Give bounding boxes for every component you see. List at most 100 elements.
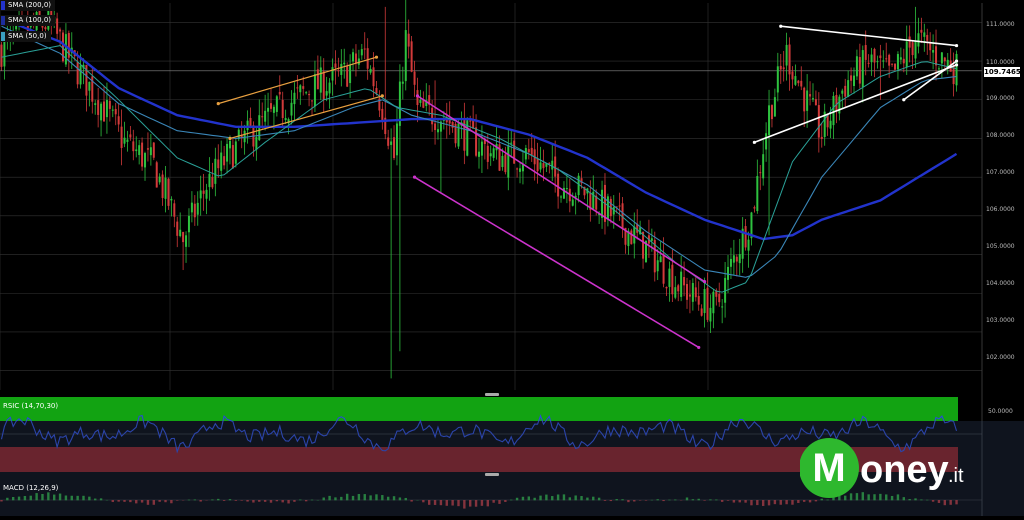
candle-body-104: [305, 92, 307, 93]
price-tick-103: 103.0000: [986, 317, 1015, 324]
candle-body-26: [77, 62, 79, 84]
candle-body-78: [229, 141, 231, 149]
candle-body-234: [686, 284, 688, 300]
candle-body-191: [560, 197, 562, 198]
candle-body-61: [179, 230, 181, 236]
candle-body-318: [932, 50, 934, 53]
rsi-panel-label[interactable]: RSIC (14,70,30): [3, 401, 58, 412]
candle-body-230: [674, 287, 676, 298]
candle-body-137: [402, 82, 404, 84]
price-tick-104: 104.0000: [986, 280, 1015, 287]
candle-body-228: [668, 269, 670, 287]
candle-body-262: [768, 105, 770, 135]
triangle-inner-handle-end: [955, 59, 958, 62]
magenta-channel-upper-handle-start: [416, 94, 419, 97]
chart-stage: SMA (200,0) SMA (100,0) SMA (50,0) 111.0…: [0, 0, 1024, 516]
candle-body-268: [786, 45, 788, 66]
candle-body-229: [671, 265, 673, 295]
candle-body-300: [879, 55, 881, 58]
candle-body-188: [551, 161, 553, 170]
candle-body-112: [329, 83, 331, 94]
candle-body-323: [947, 60, 949, 67]
legend-sma50[interactable]: SMA (50,0): [0, 31, 51, 42]
candle-body-168: [493, 148, 495, 158]
candle-body-231: [677, 285, 679, 291]
candle-body-225: [660, 256, 662, 262]
magenta-channel-lower-handle-end: [697, 346, 700, 349]
candle-body-320: [938, 68, 940, 69]
candle-body-94: [276, 96, 278, 112]
candle-body-235: [689, 294, 691, 296]
candle-body-66: [194, 204, 196, 218]
candle-body-140: [411, 41, 413, 71]
candle-body-41: [121, 127, 123, 148]
candle-body-274: [803, 88, 805, 112]
money-it-logo[interactable]: M oney .it: [800, 430, 1024, 516]
price-tick-105: 105.0000: [986, 243, 1015, 250]
candle-body-232: [680, 272, 682, 297]
candle-body-133: [390, 141, 392, 144]
candle-body-19: [56, 18, 58, 33]
candle-body-193: [566, 188, 568, 189]
candle-body-15: [44, 27, 46, 29]
candle-body-295: [865, 45, 867, 60]
legend-sma200[interactable]: SMA (200,0): [0, 0, 55, 11]
candle-body-326: [956, 54, 958, 85]
candle-body-239: [701, 308, 703, 315]
candle-body-45: [132, 141, 134, 151]
candle-body-258: [756, 176, 758, 211]
candle-body-299: [876, 61, 878, 62]
candle-body-263: [771, 105, 773, 119]
candle-body-72: [211, 177, 213, 188]
candle-body-83: [244, 131, 246, 143]
candle-body-276: [809, 94, 811, 96]
candle-body-248: [727, 267, 729, 280]
candle-body-1: [3, 39, 5, 66]
candle-body-215: [630, 231, 632, 245]
candle-body-264: [774, 97, 776, 116]
candle-body-184: [540, 162, 542, 169]
candle-body-163: [478, 152, 480, 157]
candle-body-142: [416, 90, 418, 105]
panel-resize-handle-rsi[interactable]: [485, 393, 499, 396]
candle-body-92: [270, 103, 272, 109]
candle-body-286: [838, 97, 840, 114]
price-tick-102: 102.0000: [986, 354, 1015, 361]
candle-body-279: [818, 105, 820, 137]
candle-body-260: [762, 154, 764, 178]
panel-resize-handle-macd[interactable]: [485, 473, 499, 476]
candle-body-154: [452, 122, 454, 128]
candle-body-147: [431, 108, 433, 125]
candle-body-128: [375, 88, 377, 93]
candle-body-252: [739, 254, 741, 263]
candle-body-114: [334, 63, 336, 67]
candle-body-292: [856, 56, 858, 76]
candle-body-302: [885, 58, 887, 59]
candle-body-180: [528, 149, 530, 152]
candle-body-162: [475, 127, 477, 155]
candle-body-301: [882, 60, 884, 61]
macd-panel-label[interactable]: MACD (12,26,9): [3, 483, 58, 494]
legend-sma100[interactable]: SMA (100,0): [0, 15, 55, 26]
candle-body-307: [900, 57, 902, 59]
price-tick-106: 106.0000: [986, 206, 1015, 213]
candle-body-316: [926, 35, 928, 41]
candle-body-56: [165, 178, 167, 199]
candle-body-100: [293, 93, 295, 104]
legend-sma100-swatch: [1, 16, 5, 25]
candle-body-84: [247, 121, 249, 130]
logo-letter: M: [812, 446, 845, 490]
candle-body-190: [557, 174, 559, 197]
candle-body-75: [220, 153, 222, 171]
candle-body-37: [109, 101, 111, 109]
price-tick-111: 111.0000: [986, 21, 1015, 28]
candle-body-297: [871, 55, 873, 63]
price-tick-110: 110.0000: [986, 59, 1015, 66]
candle-body-90: [264, 111, 266, 122]
candle-body-108: [317, 69, 319, 89]
candle-body-177: [519, 168, 521, 172]
candle-body-271: [794, 76, 796, 85]
legend-sma200-swatch: [1, 1, 5, 10]
candle-body-96: [282, 100, 284, 118]
candle-body-87: [255, 137, 257, 150]
